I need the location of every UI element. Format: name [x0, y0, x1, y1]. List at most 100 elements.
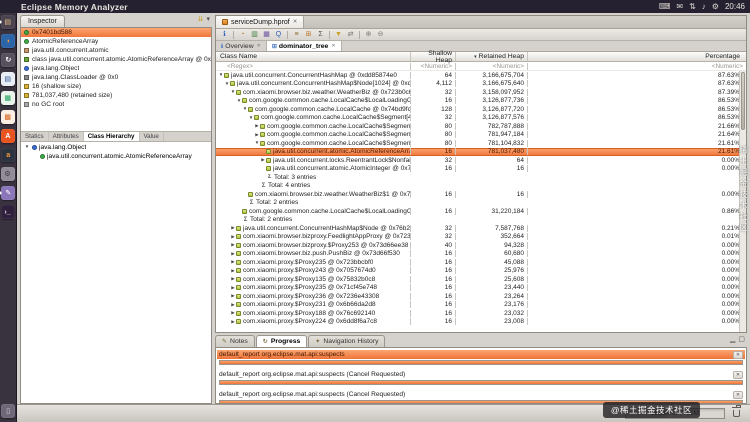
table-row[interactable]: Σ Total: 4 entries: [216, 182, 746, 191]
launcher-item-system-settings[interactable]: ⚙: [1, 167, 15, 181]
launcher-item-text-editor[interactable]: ✎: [0, 186, 15, 200]
info-icon[interactable]: ℹ: [219, 30, 230, 40]
table-row[interactable]: ▶ com.xiaomi.browser.bizproxy.$Proxy253 @…: [216, 241, 746, 250]
inspector-tab-statics[interactable]: Statics: [21, 132, 49, 141]
retained-heap-filter[interactable]: <Numeric>: [455, 62, 527, 70]
sync-selection-icon[interactable]: ⇊: [198, 16, 204, 23]
expand-all-icon[interactable]: ⊕: [363, 30, 374, 40]
close-icon[interactable]: ✕: [257, 43, 261, 49]
progress-job[interactable]: default_report org.eclipse.mat.api:suspe…: [217, 350, 745, 365]
mail-indicator-icon[interactable]: ✉: [676, 2, 683, 11]
collapse-all-icon[interactable]: ⊖: [375, 30, 386, 40]
shallow-heap-filter[interactable]: <Numeric>: [410, 62, 455, 70]
cancel-job-button[interactable]: ✕: [733, 350, 743, 359]
inspector-row-retained-size[interactable]: 781,037,480 (retained size): [21, 91, 211, 100]
hierarchy-row[interactable]: ▼ java.lang.Object: [21, 143, 211, 152]
table-row[interactable]: ▶ com.google.common.cache.LocalCache$Segm…: [216, 131, 746, 140]
table-row[interactable]: ▶ com.xiaomi.proxy.$Proxy188 @ 0x76c69214…: [216, 309, 746, 318]
table-row[interactable]: ▶ com.xiaomi.proxy.$Proxy243 @ 0x7057674d…: [216, 267, 746, 276]
launcher-item-terminal[interactable]: ›_: [1, 205, 15, 219]
tab-navigation-history[interactable]: ✦ Navigation History: [308, 335, 386, 347]
table-row[interactable]: Σ Total: 2 entries: [216, 199, 746, 208]
table-row[interactable]: ▼ com.google.common.cache.LocalCache$Segm…: [216, 114, 746, 123]
launcher-item-firefox[interactable]: ◗: [1, 34, 15, 48]
table-row[interactable]: ▼ com.google.common.cache.LocalCache$Loca…: [216, 97, 746, 106]
view-tab-overview[interactable]: ℹ Overview ✕: [216, 41, 267, 51]
sound-indicator-icon[interactable]: ♪: [702, 2, 706, 11]
inspector-row-shallow-size[interactable]: 16 (shallow size): [21, 82, 211, 91]
tab-servicedump-hprof[interactable]: serviceDump.hprof ✕: [216, 16, 305, 28]
session-indicator-icon[interactable]: ⚙: [712, 2, 719, 11]
inspector-tab-class-hierarchy[interactable]: Class Hierarchy: [83, 132, 140, 141]
table-row[interactable]: java.util.concurrent.atomic.AtomicIntege…: [216, 165, 746, 174]
inspector-tab-value[interactable]: Value: [140, 132, 164, 141]
minimize-icon[interactable]: ▁: [730, 336, 735, 343]
column-header-shallow-heap[interactable]: Shallow Heap: [410, 50, 455, 64]
launcher-item-amazon[interactable]: a: [1, 148, 15, 162]
table-row[interactable]: ▶ com.xiaomi.proxy.$Proxy231 @ 0x6b66da2d…: [216, 301, 746, 310]
cancel-job-button[interactable]: ✕: [733, 370, 743, 379]
column-header-class-name[interactable]: Class Name: [216, 52, 410, 61]
table-row[interactable]: Σ Total: 2 entries: [216, 216, 746, 225]
tab-notes[interactable]: ✎ Notes: [215, 335, 255, 347]
compare-icon[interactable]: ⇄: [345, 30, 356, 40]
class-name-filter[interactable]: <Regex>: [216, 63, 410, 70]
maximize-icon[interactable]: ▢: [738, 336, 745, 343]
keyboard-indicator-icon[interactable]: ⌨: [659, 2, 671, 11]
close-icon[interactable]: ✕: [293, 19, 298, 25]
table-row[interactable]: ▼ java.util.concurrent.ConcurrentHashMap$…: [216, 80, 746, 89]
calculate-retained-size-icon[interactable]: Σ: [315, 30, 326, 40]
table-row[interactable]: com.google.common.cache.LocalCache$Local…: [216, 207, 746, 216]
table-row[interactable]: ▶ java.util.concurrent.locks.ReentrantLoc…: [216, 156, 746, 165]
inspector-tab-attributes[interactable]: Attributes: [49, 132, 84, 141]
launcher-item-libreoffice-calc[interactable]: ▦: [1, 91, 15, 105]
table-row[interactable]: com.xiaomi.browser.biz.weather.WeatherBi…: [216, 190, 746, 199]
expander-icon[interactable]: ▼: [24, 145, 30, 150]
run-garbage-collector-button[interactable]: [730, 405, 742, 420]
vertical-scrollbar-thumb[interactable]: [741, 72, 745, 130]
tab-inspector[interactable]: Inspector: [20, 15, 65, 27]
launcher-item-ubuntu-software[interactable]: A: [1, 129, 15, 143]
inspector-address-row[interactable]: 0x7401bd588: [21, 28, 211, 37]
histogram-icon[interactable]: ▥: [249, 30, 260, 40]
cancel-job-button[interactable]: ✕: [733, 390, 743, 399]
table-row[interactable]: Σ Total: 3 entries: [216, 173, 746, 182]
launcher-item-files[interactable]: ▤: [0, 15, 15, 29]
table-row[interactable]: ▼ com.xiaomi.browser.biz.weather.WeatherB…: [216, 88, 746, 97]
column-header-retained-heap[interactable]: ▾ Retained Heap: [455, 52, 527, 61]
launcher-item-trash[interactable]: ▯: [1, 404, 15, 418]
hierarchy-row[interactable]: java.util.concurrent.atomic.AtomicRefere…: [21, 152, 211, 161]
table-row[interactable]: ▶ com.xiaomi.proxy.$Proxy235 @ 0x723bbcbf…: [216, 258, 746, 267]
table-row[interactable]: ▶ com.xiaomi.proxy.$Proxy235 @ 0x71cf45e7…: [216, 284, 746, 293]
oql-icon[interactable]: Q: [273, 30, 284, 40]
table-row[interactable]: ▶ com.xiaomi.browser.biz.push.PushBiz @ 0…: [216, 250, 746, 259]
table-row[interactable]: ▶ java.util.concurrent.ConcurrentHashMap$…: [216, 224, 746, 233]
table-row[interactable]: ▶ com.xiaomi.proxy.$Proxy236 @ 0x7236e433…: [216, 292, 746, 301]
table-row[interactable]: ▶ com.xiaomi.proxy.$Proxy224 @ 0x6dd8f6a7…: [216, 318, 746, 327]
inspector-row-class-name[interactable]: AtomicReferenceArray: [21, 37, 211, 46]
launcher-item-libreoffice-writer[interactable]: ▤: [1, 72, 15, 86]
overview-icon[interactable]: ◔: [237, 30, 248, 40]
table-row[interactable]: ▶ com.google.common.cache.LocalCache$Segm…: [216, 122, 746, 131]
progress-job[interactable]: default_report org.eclipse.mat.api:suspe…: [217, 370, 745, 385]
view-tab-dominator-tree[interactable]: ⊞ dominator_tree ✕: [266, 41, 342, 51]
inspector-row-gc-root[interactable]: no GC root: [21, 100, 211, 109]
inspector-row-classloader[interactable]: java.lang.ClassLoader @ 0x0: [21, 73, 211, 82]
view-menu-icon[interactable]: ▾: [206, 16, 210, 23]
percentage-filter[interactable]: <Numeric>: [527, 62, 746, 70]
tab-progress[interactable]: ↻ Progress: [255, 335, 308, 347]
close-icon[interactable]: ✕: [331, 43, 335, 49]
inspector-row-superclass[interactable]: java.lang.Object: [21, 64, 211, 73]
table-row[interactable]: ▶ com.xiaomi.proxy.$Proxy135 @ 0x75832b0c…: [216, 275, 746, 284]
table-row[interactable]: ▼ java.util.concurrent.ConcurrentHashMap …: [216, 71, 746, 80]
dominator-tree-icon[interactable]: ▦: [261, 30, 272, 40]
thread-overview-icon[interactable]: ≡: [291, 30, 302, 40]
inspector-row-package[interactable]: java.util.concurrent.atomic: [21, 46, 211, 55]
group-by-icon[interactable]: ⊞: [303, 30, 314, 40]
table-row[interactable]: ▼ com.google.common.cache.LocalCache$Segm…: [216, 139, 746, 148]
table-row[interactable]: ▶ com.xiaomi.browser.bizproxy.FeedlightAp…: [216, 233, 746, 242]
table-row[interactable]: ▼ com.google.common.cache.LocalCache @ 0x…: [216, 105, 746, 114]
table-row[interactable]: java.util.concurrent.atomic.AtomicRefere…: [216, 147, 746, 156]
launcher-item-software-updater[interactable]: ↻: [1, 53, 15, 67]
launcher-item-libreoffice-impress[interactable]: ▩: [1, 110, 15, 124]
